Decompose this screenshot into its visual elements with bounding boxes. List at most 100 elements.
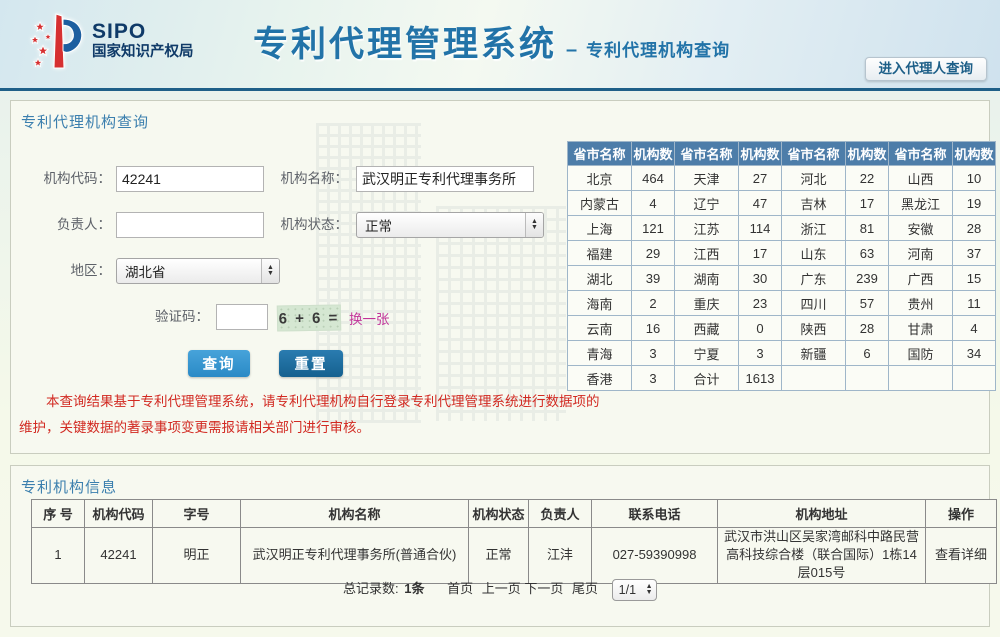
province-count-cell: 3 <box>632 341 675 366</box>
province-count-cell: 4 <box>953 316 996 341</box>
province-count-cell: 29 <box>632 241 675 266</box>
region-label: 地区： <box>11 258 111 284</box>
province-name-cell <box>782 366 846 391</box>
first-page-link[interactable]: 首页 <box>447 581 473 596</box>
total-records-value: 1条 <box>404 581 424 596</box>
query-panel: 专利代理机构查询 机构代码： 机构名称： 负责人： 机构状态： 正常 ▲▼ 地区… <box>10 100 990 454</box>
system-title: 专利代理管理系统 <box>253 16 557 67</box>
province-row: 香港3合计1613 <box>568 366 996 391</box>
search-button[interactable]: 查询 <box>188 350 250 377</box>
province-name-cell: 国防 <box>889 341 953 366</box>
reset-button[interactable]: 重置 <box>279 350 343 377</box>
stepper-icon: ▲▼ <box>642 580 656 600</box>
province-name-cell: 湖北 <box>568 266 632 291</box>
province-row: 上海121江苏114浙江81安徽28 <box>568 216 996 241</box>
province-row: 内蒙古4辽宁47吉林17黑龙江19 <box>568 191 996 216</box>
province-name-cell: 上海 <box>568 216 632 241</box>
province-count-header: 机构数 <box>953 142 996 166</box>
title-dash: – <box>566 39 577 62</box>
next-page-link[interactable]: 下一页 <box>524 581 563 596</box>
result-panel: 专利机构信息 序 号机构代码字号机构名称机构状态负责人联系电话机构地址操作 14… <box>10 465 990 627</box>
province-count-cell: 0 <box>739 316 782 341</box>
province-count-cell: 39 <box>632 266 675 291</box>
province-name-cell: 云南 <box>568 316 632 341</box>
province-count-cell: 30 <box>739 266 782 291</box>
province-name-cell: 新疆 <box>782 341 846 366</box>
last-page-link[interactable]: 尾页 <box>572 581 598 596</box>
province-count-cell: 239 <box>846 266 889 291</box>
province-count-cell: 6 <box>846 341 889 366</box>
status-select[interactable]: 正常 ▲▼ <box>356 212 544 238</box>
province-count-cell <box>846 366 889 391</box>
result-cell: 42241 <box>85 528 153 584</box>
province-count-cell: 17 <box>846 191 889 216</box>
province-name-cell: 北京 <box>568 166 632 191</box>
province-name-cell: 甘肃 <box>889 316 953 341</box>
province-count-cell: 22 <box>846 166 889 191</box>
org-code-label: 机构代码： <box>11 166 111 192</box>
org-name-input[interactable] <box>356 166 534 192</box>
result-panel-title: 专利机构信息 <box>21 476 117 497</box>
result-column-header: 联系电话 <box>592 500 718 528</box>
province-row: 福建29江西17山东63河南37 <box>568 241 996 266</box>
province-name-cell: 湖南 <box>675 266 739 291</box>
status-label: 机构状态： <box>251 212 348 238</box>
province-count-cell: 1613 <box>739 366 782 391</box>
province-table-head: 省市名称机构数省市名称机构数省市名称机构数省市名称机构数 <box>568 142 996 166</box>
principal-input[interactable] <box>116 212 264 238</box>
stepper-icon: ▲▼ <box>261 259 279 283</box>
logo-text: SIPO 国家知识产权局 <box>92 21 194 61</box>
province-count-cell: 63 <box>846 241 889 266</box>
province-row: 海南2重庆23四川57贵州11 <box>568 291 996 316</box>
province-count-cell: 11 <box>953 291 996 316</box>
captcha-refresh-link[interactable]: 换一张 <box>349 308 390 328</box>
province-name-cell: 宁夏 <box>675 341 739 366</box>
result-row: 142241明正武汉明正专利代理事务所(普通合伙)正常江沣027-5939099… <box>32 528 997 584</box>
province-name-cell: 陕西 <box>782 316 846 341</box>
result-column-header: 字号 <box>153 500 241 528</box>
org-code-input[interactable] <box>116 166 264 192</box>
province-row: 北京464天津27河北22山西10 <box>568 166 996 191</box>
page-select[interactable]: 1/1 ▲▼ <box>612 579 657 601</box>
region-select[interactable]: 湖北省 ▲▼ <box>116 258 280 284</box>
province-count-cell: 3 <box>632 366 675 391</box>
province-name-cell: 广东 <box>782 266 846 291</box>
province-table-body: 北京464天津27河北22山西10内蒙古4辽宁47吉林17黑龙江19上海121江… <box>568 166 996 391</box>
agent-query-button[interactable]: 进入代理人查询 <box>865 57 988 81</box>
result-cell: 明正 <box>153 528 241 584</box>
page-select-value: 1/1 <box>613 583 642 597</box>
result-cell: 027-59390998 <box>592 528 718 584</box>
province-name-cell: 江西 <box>675 241 739 266</box>
province-name-cell: 辽宁 <box>675 191 739 216</box>
province-count-cell: 28 <box>953 216 996 241</box>
result-column-header: 操作 <box>926 500 997 528</box>
notice-text: 本查询结果基于专利代理管理系统，请专利代理机构自行登录专利代理管理系统进行数据项… <box>19 389 607 441</box>
province-name-cell: 香港 <box>568 366 632 391</box>
stepper-icon: ▲▼ <box>525 213 543 237</box>
province-name-cell: 西藏 <box>675 316 739 341</box>
province-count-cell: 4 <box>632 191 675 216</box>
header: SIPO 国家知识产权局 专利代理管理系统 – 专利代理机构查询 进入代理人查询 <box>0 0 1000 91</box>
province-name-cell: 贵州 <box>889 291 953 316</box>
province-name-header: 省市名称 <box>568 142 632 166</box>
view-detail-link[interactable]: 查看详细 <box>926 528 997 584</box>
captcha-input[interactable] <box>216 304 268 330</box>
province-name-cell <box>889 366 953 391</box>
prev-page-link[interactable]: 上一页 <box>482 581 521 596</box>
province-count-header: 机构数 <box>632 142 675 166</box>
province-name-cell: 海南 <box>568 291 632 316</box>
total-records-label: 总记录数: <box>343 581 399 596</box>
province-name-cell: 重庆 <box>675 291 739 316</box>
result-table-body: 142241明正武汉明正专利代理事务所(普通合伙)正常江沣027-5939099… <box>32 528 997 584</box>
province-count-cell: 34 <box>953 341 996 366</box>
result-table-head: 序 号机构代码字号机构名称机构状态负责人联系电话机构地址操作 <box>32 500 997 528</box>
result-column-header: 序 号 <box>32 500 85 528</box>
province-row: 云南16西藏0陕西28甘肃4 <box>568 316 996 341</box>
province-name-cell: 青海 <box>568 341 632 366</box>
province-name-cell: 安徽 <box>889 216 953 241</box>
province-count-cell: 81 <box>846 216 889 241</box>
result-column-header: 机构状态 <box>469 500 529 528</box>
logo-org-text: 国家知识产权局 <box>92 43 194 61</box>
province-count-cell: 114 <box>739 216 782 241</box>
result-table: 序 号机构代码字号机构名称机构状态负责人联系电话机构地址操作 142241明正武… <box>31 499 997 584</box>
